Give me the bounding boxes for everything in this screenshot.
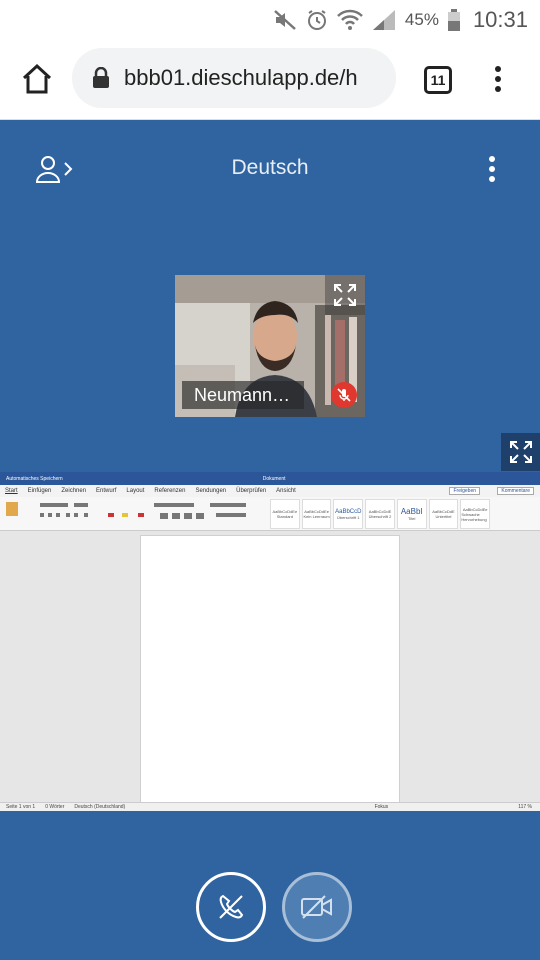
style-item: AaBbCcD Überschrift 1 xyxy=(333,499,364,529)
clock: 10:31 xyxy=(472,7,528,32)
style-item: AaBbCcDdEe Schwache Hervorhebung xyxy=(460,499,491,529)
screenshare-view[interactable]: Automatisches Speichern Dokument Start E… xyxy=(0,472,540,811)
style-name: Titel xyxy=(408,516,416,521)
language: Deutsch (Deutschland) xyxy=(74,804,126,810)
leave-audio-button[interactable] xyxy=(196,872,266,942)
meeting-area: Deutsch Neumann… Automatisches Speichern… xyxy=(0,120,540,960)
style-sample: AaBbI xyxy=(400,507,423,516)
menu-einfuegen: Einfügen xyxy=(27,488,52,494)
document-page xyxy=(140,535,400,807)
phone-off-icon xyxy=(219,894,244,919)
mute-icon xyxy=(274,10,296,30)
document-canvas xyxy=(0,531,540,807)
wifi-icon xyxy=(337,9,363,30)
browser-toolbar: bbb01.dieschulapp.de/h 11 xyxy=(0,40,540,120)
shared-app-ribbon: AaBbCcDdEe Standard AaBbCcDdEe Kein Leerra… xyxy=(0,497,540,531)
ribbon-tools xyxy=(6,502,246,519)
more-vert-icon[interactable] xyxy=(486,64,510,94)
style-name: Untertitel xyxy=(435,514,452,519)
options-menu-icon[interactable] xyxy=(480,154,504,184)
share-label: Freigeben xyxy=(449,487,480,495)
page-count: Seite 1 von 1 xyxy=(6,804,36,810)
signal-icon xyxy=(372,10,395,30)
shared-app-titlebar: Automatisches Speichern Dokument xyxy=(0,472,540,485)
screenshare-fullscreen-button[interactable] xyxy=(501,433,540,471)
style-item: AaBbCcDdEe Standard xyxy=(270,499,300,529)
battery-percent: 45% xyxy=(404,10,439,29)
menu-layout: Layout xyxy=(126,488,145,494)
style-name: Überschrift 1 xyxy=(336,514,360,520)
document-title: Dokument xyxy=(262,475,286,482)
shared-app-statusbar: Seite 1 von 1 0 Wörter Deutsch (Deutschl… xyxy=(0,802,540,811)
webcam-tile[interactable]: Neumann… xyxy=(175,275,365,417)
style-item: AaBbCcDdE Überschrift 2 xyxy=(365,499,395,529)
style-gallery: AaBbCcDdEe Standard AaBbCcDdEe Kein Leerra… xyxy=(270,499,491,529)
url-bar[interactable]: bbb01.dieschulapp.de/h xyxy=(72,48,396,108)
muted-indicator xyxy=(331,382,357,408)
home-icon[interactable] xyxy=(20,62,54,96)
autosave-label: Automatisches Speichern xyxy=(6,475,63,482)
fullscreen-icon xyxy=(509,441,532,463)
tabs-button[interactable]: 11 xyxy=(424,66,452,94)
alarm-icon xyxy=(307,10,326,30)
menu-ueberpruefen: Überprüfen xyxy=(236,488,267,494)
style-item: AaBbCcDdEe Kein Leerraum xyxy=(301,499,332,529)
meeting-title: Deutsch xyxy=(231,156,309,179)
menu-start: Start xyxy=(5,488,18,494)
participant-name: Neumann… xyxy=(182,381,304,409)
lock-icon xyxy=(93,67,109,88)
shared-app-menu: Start Einfügen Zeichnen Entwurf Layout R… xyxy=(0,485,540,497)
style-item: AaBbCcDdE Untertitel xyxy=(428,499,459,529)
fullscreen-icon xyxy=(334,284,356,306)
zoom-level: 117 % xyxy=(518,804,532,810)
menu-entwurf: Entwurf xyxy=(96,488,117,494)
status-bar: 45% 10:31 xyxy=(0,0,540,40)
style-name: Überschrift 2 xyxy=(368,514,392,519)
style-name: Schwache Hervorhebung xyxy=(461,511,487,522)
mic-off-icon xyxy=(337,388,351,402)
action-bar xyxy=(0,872,540,944)
video-off-icon xyxy=(301,895,332,919)
word-count: 0 Wörter xyxy=(45,804,65,810)
menu-referenzen: Referenzen xyxy=(154,488,186,494)
webcam-fullscreen-button[interactable] xyxy=(325,275,365,315)
menu-zeichnen: Zeichnen xyxy=(61,488,87,494)
focus-label: Fokus xyxy=(374,804,389,810)
menu-sendungen: Sendungen xyxy=(195,488,227,494)
url-text: bbb01.dieschulapp.de/h xyxy=(124,65,358,90)
comments-label: Kommentare xyxy=(497,487,534,495)
style-name: Kein Leerraum xyxy=(303,514,330,519)
meeting-nav: Deutsch xyxy=(0,120,540,216)
style-item: AaBbI Titel xyxy=(396,499,427,529)
share-camera-button[interactable] xyxy=(282,872,352,942)
battery-icon xyxy=(447,9,460,31)
style-name: Standard xyxy=(276,514,293,519)
menu-ansicht: Ansicht xyxy=(276,488,296,494)
